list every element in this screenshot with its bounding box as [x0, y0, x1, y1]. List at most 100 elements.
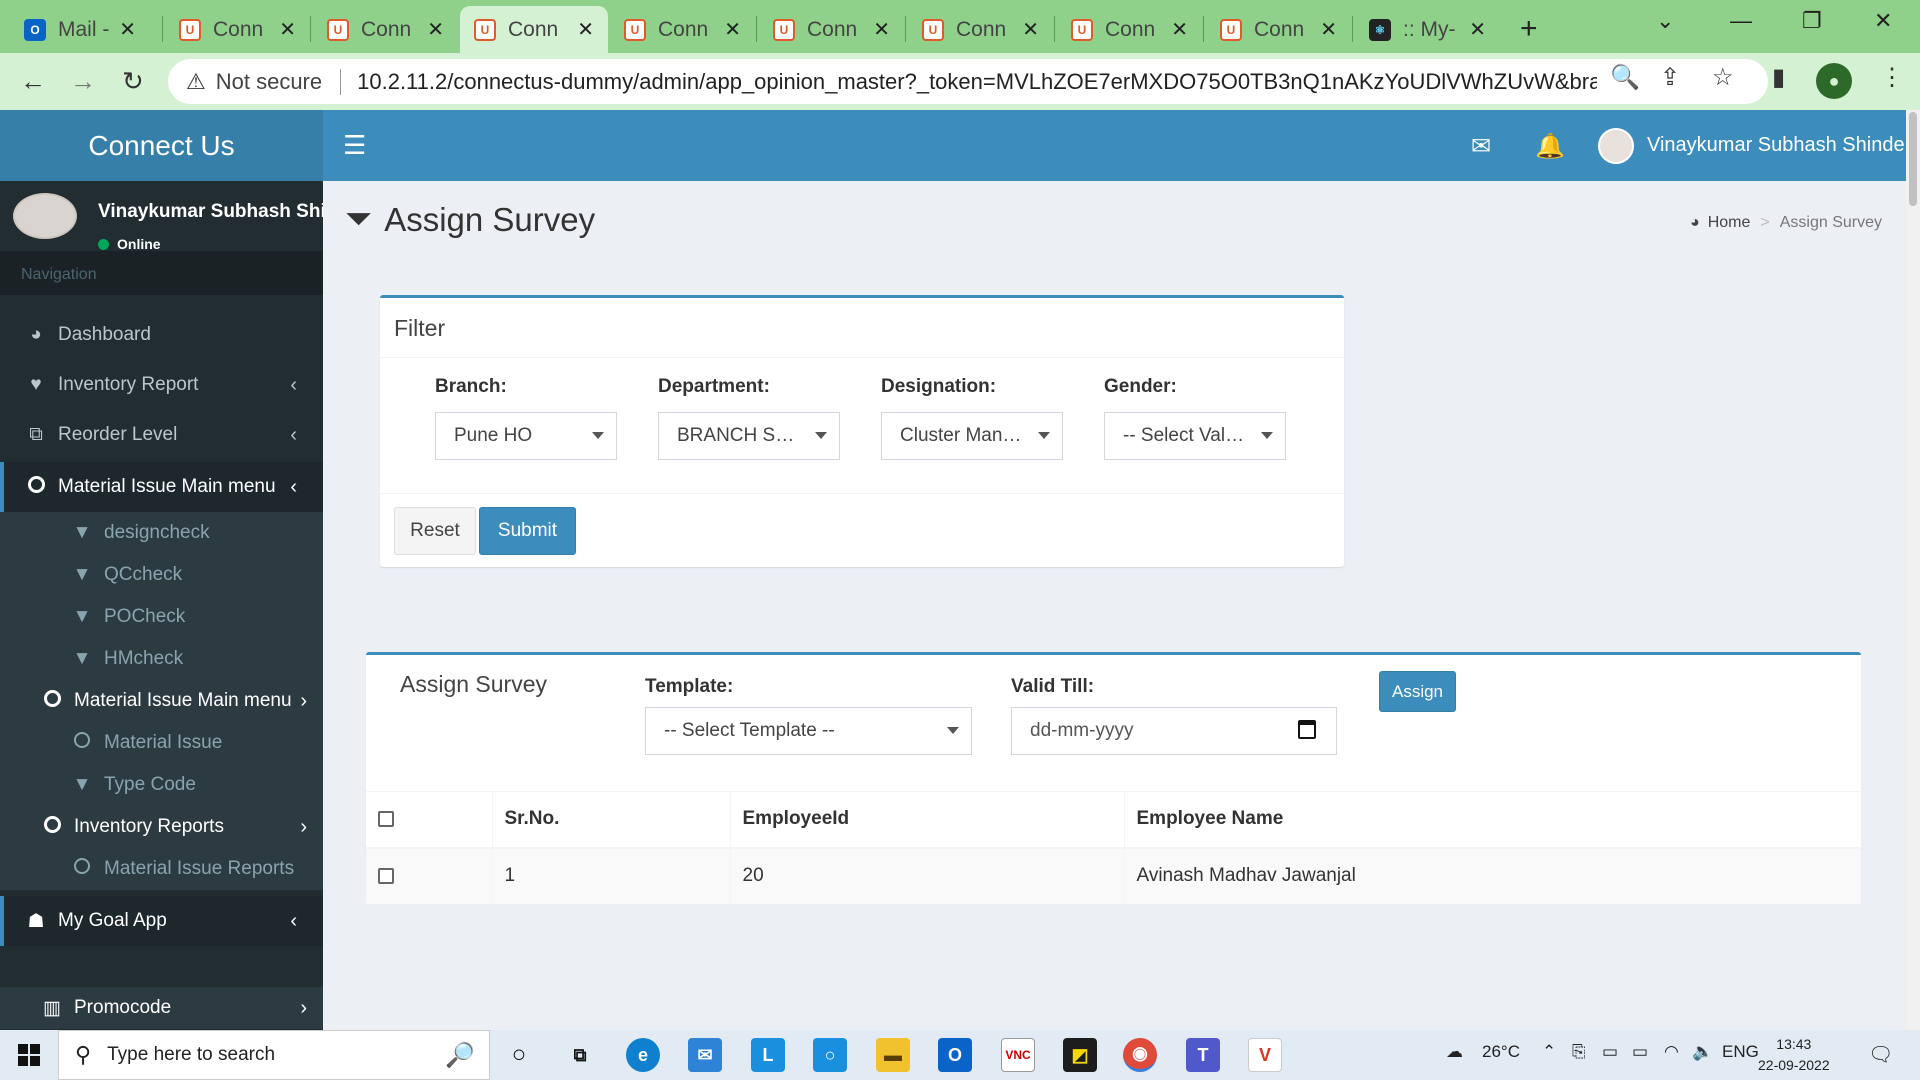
avatar[interactable]: [1598, 128, 1634, 164]
browser-tab[interactable]: U Conn ✕: [313, 6, 458, 53]
cortana-icon[interactable]: ○: [502, 1038, 536, 1072]
outlook-icon[interactable]: O: [938, 1038, 972, 1072]
sidebar-item-designcheck[interactable]: ▼ designcheck: [0, 512, 323, 554]
browser-tab[interactable]: U Conn ✕: [759, 6, 904, 53]
submit-button[interactable]: Submit: [479, 507, 576, 555]
bell-icon[interactable]: 🔔: [1535, 132, 1565, 161]
browser-tab[interactable]: O Mail - ✕: [10, 6, 150, 53]
calendar-icon[interactable]: [1298, 720, 1316, 739]
taskbar-clock[interactable]: 13:43 22-09-2022: [1758, 1034, 1830, 1076]
new-tab-button[interactable]: +: [1520, 12, 1538, 46]
browser-tab[interactable]: ⚛ :: My- ✕: [1355, 6, 1500, 53]
mail-app-icon[interactable]: ✉: [688, 1038, 722, 1072]
close-tab-icon[interactable]: ✕: [427, 17, 444, 42]
language-indicator[interactable]: ENG: [1722, 1042, 1759, 1062]
assign-button[interactable]: Assign: [1379, 671, 1456, 712]
select-all-checkbox[interactable]: [378, 811, 394, 828]
tab-search-icon[interactable]: ⌄: [1656, 8, 1674, 34]
battery-icon[interactable]: ▭: [1632, 1042, 1648, 1062]
sidebar-item-material-issue[interactable]: Material Issue: [0, 722, 323, 764]
template-select[interactable]: -- Select Template --: [645, 707, 972, 755]
close-tab-icon[interactable]: ✕: [1320, 17, 1337, 42]
windows-start-icon[interactable]: [18, 1044, 40, 1066]
sidebar-item-dashboard[interactable]: ◕ Dashboard: [0, 310, 323, 360]
department-select[interactable]: BRANCH SAL...: [658, 412, 840, 460]
sidebar-item-material-issue-reports[interactable]: Material Issue Reports: [0, 848, 323, 890]
address-bar[interactable]: ⚠ Not secure 10.2.11.2/connectus-dummy/a…: [168, 59, 1768, 104]
search-icon: ⚲: [75, 1042, 92, 1067]
close-tab-icon[interactable]: ✕: [279, 17, 296, 42]
designation-select[interactable]: Cluster Mana...: [881, 412, 1063, 460]
browser-tab[interactable]: U Conn ✕: [908, 6, 1053, 53]
sidebar-item-qccheck[interactable]: ▼ QCcheck: [0, 554, 323, 596]
browser-tab[interactable]: U Conn ✕: [1206, 6, 1351, 53]
forward-icon[interactable]: →: [70, 66, 96, 97]
hamburger-icon[interactable]: ☰: [343, 130, 366, 161]
display-icon[interactable]: ▭: [1602, 1042, 1618, 1062]
branch-select[interactable]: Pune HO: [435, 412, 617, 460]
header-user-name[interactable]: Vinaykumar Subhash Shinde: [1647, 134, 1905, 157]
chevron-up-icon[interactable]: ⌃: [1542, 1042, 1556, 1062]
sticky-notes-icon[interactable]: ◩: [1063, 1038, 1097, 1072]
sidebar-item-promocode[interactable]: ▥ Promocode ›: [0, 987, 323, 1029]
restore-icon[interactable]: ❐: [1802, 8, 1822, 34]
notification-icon[interactable]: 🗨: [1868, 1042, 1893, 1067]
reset-button[interactable]: Reset: [394, 507, 476, 555]
browser-tab[interactable]: U Conn ✕: [165, 6, 310, 53]
url-text[interactable]: 10.2.11.2/connectus-dummy/admin/app_opin…: [357, 69, 1597, 95]
profile-icon[interactable]: ●: [1816, 63, 1852, 99]
close-window-icon[interactable]: ✕: [1874, 8, 1892, 34]
page-scrollbar[interactable]: [1906, 110, 1920, 1030]
close-tab-icon[interactable]: ✕: [1469, 17, 1486, 42]
sidebar-item-hmcheck[interactable]: ▼ HMcheck: [0, 638, 323, 680]
usb-icon[interactable]: ⎘: [1572, 1042, 1586, 1062]
sidebar-item-pocheck[interactable]: ▼ POCheck: [0, 596, 323, 638]
browser-tab[interactable]: U Conn ✕: [1057, 6, 1202, 53]
close-tab-icon[interactable]: ✕: [724, 17, 741, 42]
sidebar-item-material-issue-submenu[interactable]: Material Issue Main menu ›: [0, 680, 323, 722]
vnc-icon[interactable]: VNC: [1001, 1038, 1035, 1072]
valid-till-input[interactable]: dd-mm-yyyy: [1011, 707, 1337, 755]
app-logo[interactable]: Connect Us: [0, 110, 323, 181]
edge-icon[interactable]: e: [626, 1038, 660, 1072]
l-app-icon[interactable]: L: [751, 1038, 785, 1072]
blue-app-icon[interactable]: ○: [813, 1038, 847, 1072]
breadcrumb-home[interactable]: Home: [1708, 214, 1751, 232]
sidebar-item-my-goal-app[interactable]: ☗ My Goal App ‹: [0, 896, 323, 946]
mail-icon[interactable]: ✉: [1471, 132, 1491, 161]
task-view-icon[interactable]: ⧉: [563, 1038, 597, 1072]
sidebar-item-type-code[interactable]: ▼ Type Code: [0, 764, 323, 806]
warning-icon[interactable]: ⚠: [186, 69, 206, 95]
row-checkbox[interactable]: [378, 867, 394, 884]
sidebar-item-reorder-level[interactable]: ⧉ Reorder Level ‹: [0, 410, 323, 460]
menu-dots-icon[interactable]: ⋮: [1880, 63, 1904, 92]
share-icon[interactable]: ⇪: [1660, 63, 1680, 92]
sidebar-item-inventory-report[interactable]: ♥ Inventory Report ‹: [0, 360, 323, 410]
chrome-icon[interactable]: ◉: [1123, 1038, 1157, 1072]
browser-tab-active[interactable]: U Conn ✕: [460, 6, 608, 53]
sidebar-item-material-issue-main-menu[interactable]: Material Issue Main menu ‹: [0, 462, 323, 512]
file-explorer-icon[interactable]: ▬: [876, 1038, 910, 1072]
vivaldi-icon[interactable]: V: [1248, 1038, 1282, 1072]
bookmark-star-icon[interactable]: ☆: [1712, 63, 1734, 92]
minimize-icon[interactable]: —: [1730, 8, 1752, 34]
sidebar-item-inventory-reports[interactable]: Inventory Reports ›: [0, 806, 323, 848]
close-tab-icon[interactable]: ✕: [1022, 17, 1039, 42]
close-tab-icon[interactable]: ✕: [119, 17, 136, 42]
back-icon[interactable]: ←: [20, 66, 46, 97]
close-tab-icon[interactable]: ✕: [1171, 17, 1188, 42]
temperature-text[interactable]: 26°C: [1482, 1042, 1520, 1062]
wifi-icon[interactable]: ◠: [1664, 1042, 1679, 1062]
browser-tab[interactable]: U Conn ✕: [610, 6, 755, 53]
volume-icon[interactable]: 🔈: [1692, 1042, 1713, 1062]
side-panel-icon[interactable]: ▮: [1772, 63, 1785, 92]
gender-select[interactable]: -- Select Value --: [1104, 412, 1286, 460]
close-tab-icon[interactable]: ✕: [577, 17, 594, 42]
weather-icon[interactable]: ☁: [1446, 1042, 1463, 1062]
close-tab-icon[interactable]: ✕: [873, 17, 890, 42]
teams-icon[interactable]: T: [1186, 1038, 1220, 1072]
taskbar-search[interactable]: ⚲ Type here to search 🔎: [58, 1030, 490, 1080]
reload-icon[interactable]: ↻: [122, 66, 144, 97]
zoom-icon[interactable]: 🔍: [1610, 63, 1640, 92]
scrollbar-thumb[interactable]: [1909, 112, 1917, 206]
